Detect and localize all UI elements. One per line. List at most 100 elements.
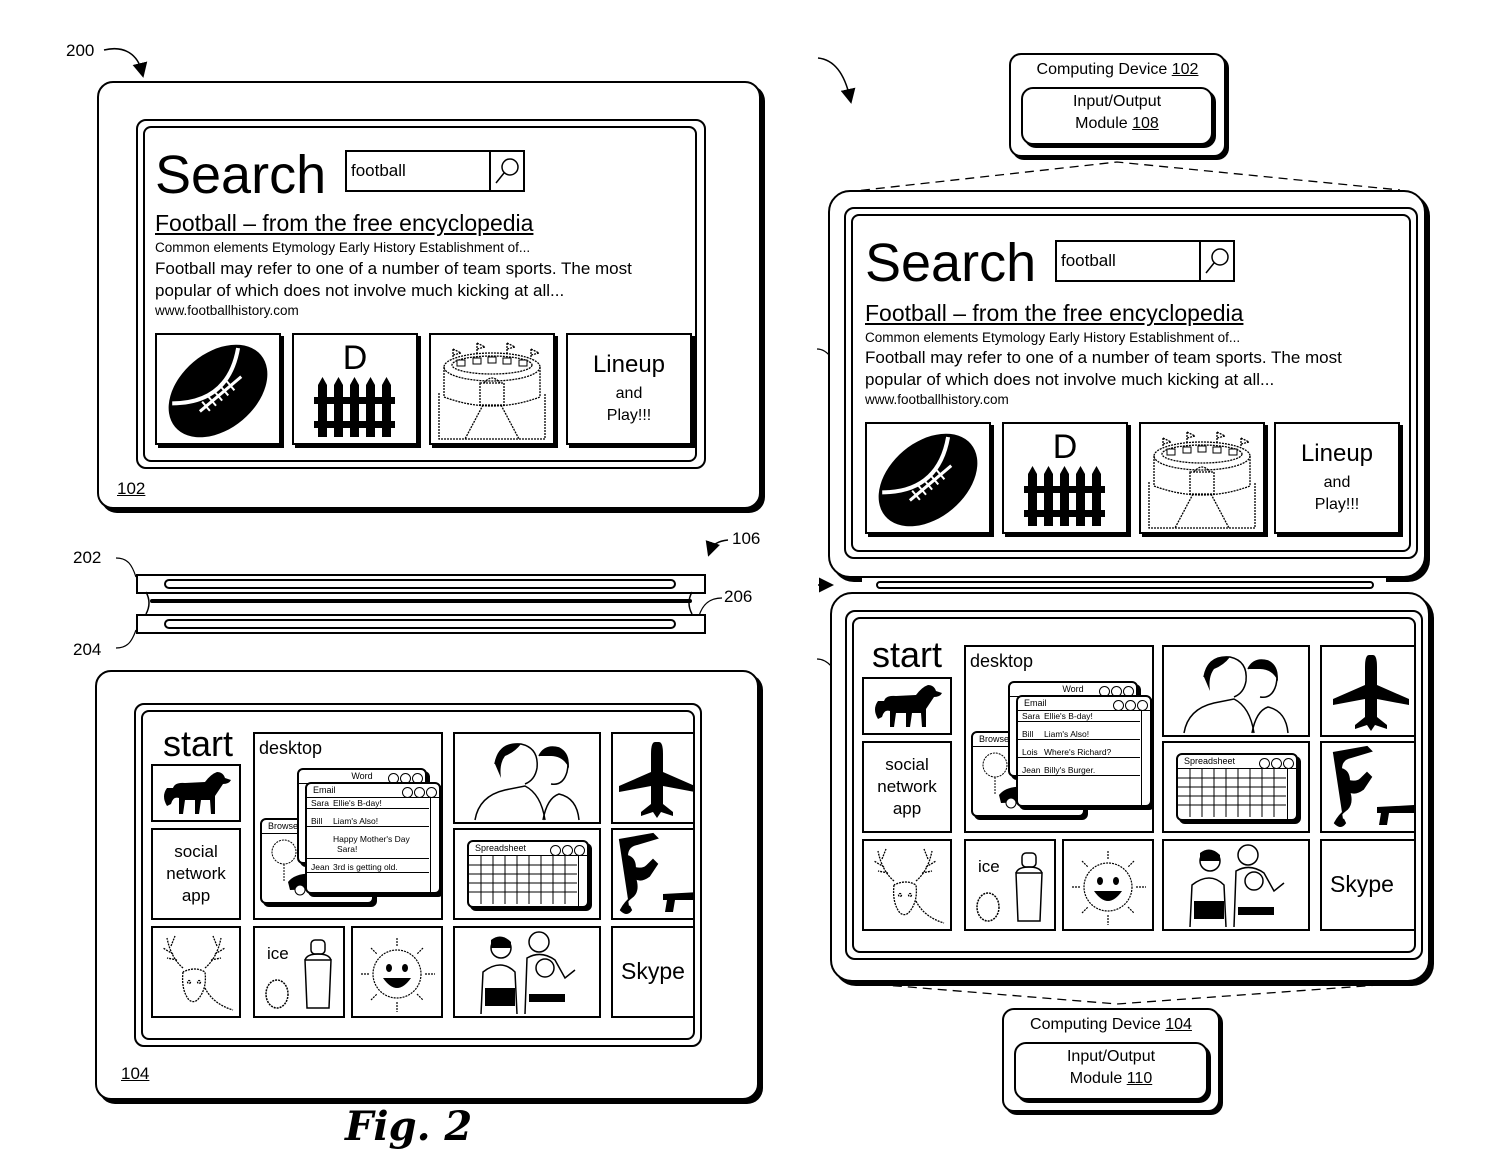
football-icon bbox=[168, 344, 268, 438]
tile-lineup[interactable]: Lineup and Play!!! bbox=[566, 333, 692, 445]
tile-photo-group[interactable] bbox=[1162, 839, 1310, 931]
io-module-110-line1: Input/Output bbox=[1066, 1048, 1156, 1065]
tile-monkey-game[interactable] bbox=[611, 828, 693, 920]
lineup-and: and bbox=[1323, 474, 1351, 491]
ref-label-106: 106 bbox=[732, 529, 761, 548]
tile-deer[interactable] bbox=[862, 839, 952, 931]
tile-skype[interactable]: Skype bbox=[1320, 839, 1414, 931]
tile-defense[interactable]: D bbox=[292, 333, 418, 445]
result-section-links[interactable]: Common elements Etymology Early History … bbox=[865, 330, 1240, 345]
tile-spreadsheet[interactable]: Spreadsheet bbox=[453, 828, 601, 920]
airplane-icon bbox=[1333, 655, 1409, 731]
email-window[interactable]: Email Sara Ellie's B-day! Bill Liam's Also… bbox=[1016, 695, 1152, 807]
shaker-lemon-icon bbox=[265, 939, 332, 1009]
email-row[interactable]: Sara Ellie's B-day! bbox=[307, 798, 429, 809]
result-title-link[interactable]: Football – from the free encyclopedia bbox=[865, 300, 1243, 327]
email-row[interactable]: Jean Billy's Burger. bbox=[1018, 765, 1140, 776]
spreadsheet-window[interactable]: Spreadsheet bbox=[467, 840, 589, 908]
hinge-panel-204 bbox=[136, 614, 706, 634]
computing-device-104-label: Computing Device 104 bbox=[1030, 1016, 1192, 1033]
start-title: start bbox=[163, 723, 234, 764]
spreadsheet-window[interactable]: Spreadsheet bbox=[1176, 753, 1298, 821]
io-module-108: Input/Output Module 108 bbox=[1021, 87, 1213, 145]
tile-airplane[interactable] bbox=[611, 732, 693, 824]
search-button[interactable] bbox=[1199, 242, 1233, 280]
hinge-panel-202-slot bbox=[164, 579, 676, 589]
lineup-label: Lineup bbox=[1300, 440, 1374, 467]
lineup-play: Play!!! bbox=[1314, 496, 1360, 513]
social-label-1: social bbox=[174, 842, 218, 861]
tile-dog[interactable] bbox=[151, 764, 241, 822]
email-row[interactable]: Bill Liam's Also! bbox=[307, 816, 429, 827]
email-row[interactable]: Lois Where's Richard? bbox=[1018, 747, 1140, 758]
tile-defense[interactable]: D bbox=[1002, 422, 1128, 534]
result-url[interactable]: www.footballhistory.com bbox=[155, 303, 299, 318]
tile-ice[interactable]: ice bbox=[964, 839, 1056, 931]
tile-skype[interactable]: Skype bbox=[611, 926, 693, 1018]
device-ref-102: 102 bbox=[117, 479, 146, 498]
email-row[interactable]: Bill Liam's Also! bbox=[1018, 729, 1140, 740]
tile-football[interactable] bbox=[865, 422, 991, 534]
defense-letter: D bbox=[342, 339, 368, 377]
tile-ice[interactable]: ice bbox=[253, 926, 345, 1018]
tile-photo-couple[interactable] bbox=[453, 732, 601, 824]
spreadsheet-scrollbar[interactable] bbox=[1287, 768, 1296, 819]
tile-desktop[interactable]: desktop Browser Word Email Sara Ellie's B… bbox=[253, 732, 443, 920]
deer-icon bbox=[162, 935, 234, 1011]
stadium-icon bbox=[438, 342, 546, 440]
email-window[interactable]: Email Sara Ellie's B-day! Bill Liam's Also… bbox=[305, 782, 441, 894]
tile-sun[interactable] bbox=[351, 926, 443, 1018]
tile-deer[interactable] bbox=[151, 926, 241, 1018]
email-row[interactable]: Jean 3rd is getting old. bbox=[307, 862, 429, 873]
io-module-108-line2: Module 108 bbox=[1075, 115, 1159, 132]
ref-106-arrow bbox=[705, 539, 729, 557]
tile-sun[interactable] bbox=[1062, 839, 1154, 931]
tile-dog[interactable] bbox=[862, 677, 952, 735]
email-scrollbar[interactable] bbox=[1141, 710, 1150, 805]
couple-photo bbox=[1183, 656, 1289, 734]
search-input[interactable] bbox=[351, 161, 481, 181]
tile-stadium[interactable] bbox=[1139, 422, 1265, 534]
tile-lineup[interactable]: Lineup and Play!!! bbox=[1274, 422, 1400, 534]
search-title: Search bbox=[155, 145, 327, 205]
search-button[interactable] bbox=[489, 152, 523, 190]
tile-social-network-app[interactable]: social network app bbox=[151, 828, 241, 920]
tile-photo-group[interactable] bbox=[453, 926, 601, 1018]
sun-face-icon bbox=[361, 938, 435, 1012]
monkey-gun-icon bbox=[618, 832, 693, 914]
ref-200-arrow bbox=[103, 48, 148, 78]
email-scrollbar[interactable] bbox=[430, 797, 439, 892]
search-input[interactable] bbox=[1061, 251, 1191, 271]
search-field[interactable] bbox=[1055, 240, 1235, 282]
magnifier-icon bbox=[495, 158, 519, 184]
desktop-label: desktop bbox=[259, 738, 323, 758]
search-field[interactable] bbox=[345, 150, 525, 192]
tile-monkey-game[interactable] bbox=[1320, 741, 1414, 833]
stadium-icon bbox=[1148, 431, 1256, 529]
dashed-link-top bbox=[845, 161, 1401, 193]
tile-social-network-app[interactable]: social network app bbox=[862, 741, 952, 833]
result-section-links[interactable]: Common elements Etymology Early History … bbox=[155, 240, 530, 255]
device-ref-104: 104 bbox=[121, 1064, 150, 1083]
tile-stadium[interactable] bbox=[429, 333, 555, 445]
io-module-110-line2: Module 110 bbox=[1069, 1070, 1153, 1087]
sun-face-icon bbox=[1072, 851, 1146, 925]
email-row[interactable]: Sara Ellie's B-day! bbox=[1018, 711, 1140, 722]
tile-desktop[interactable]: desktop Browser Word Email Sara Ellie's B… bbox=[964, 645, 1154, 833]
ref-202-leader bbox=[115, 557, 137, 578]
tile-photo-couple[interactable] bbox=[1162, 645, 1310, 737]
tile-airplane[interactable] bbox=[1320, 645, 1414, 737]
tile-spreadsheet[interactable]: Spreadsheet bbox=[1162, 741, 1310, 833]
result-snippet-line-2: popular of which does not involve much k… bbox=[155, 281, 565, 300]
desktop-label: desktop bbox=[970, 651, 1034, 671]
result-url[interactable]: www.footballhistory.com bbox=[865, 392, 1009, 407]
lineup-and: and bbox=[615, 385, 643, 402]
hinge-connector-206 bbox=[150, 599, 692, 603]
result-title-link[interactable]: Football – from the free encyclopedia bbox=[155, 210, 533, 237]
spreadsheet-grid bbox=[469, 856, 577, 904]
spreadsheet-scrollbar[interactable] bbox=[578, 855, 587, 906]
tile-football[interactable] bbox=[155, 333, 281, 445]
social-label-3: app bbox=[181, 886, 211, 905]
email-row[interactable]: LoisHappy Mother's Day Sara! bbox=[307, 834, 429, 859]
dashed-link-bottom bbox=[847, 981, 1421, 1005]
